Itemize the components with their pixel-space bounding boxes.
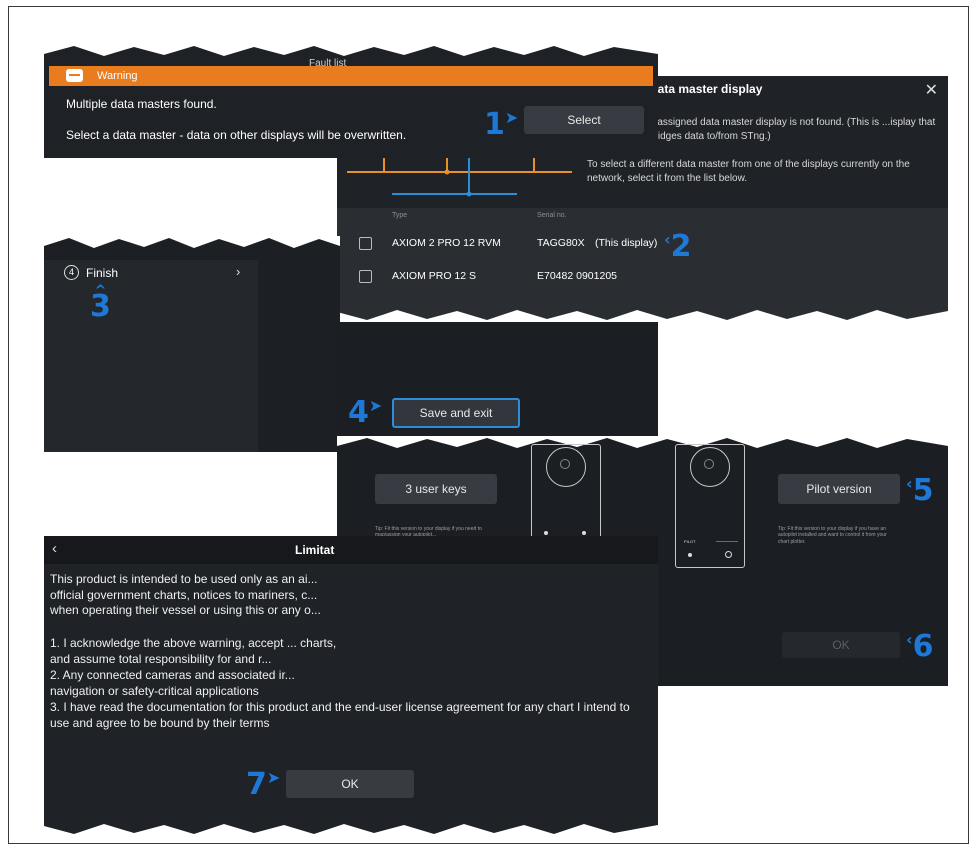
warning-header: Warning	[49, 66, 653, 86]
limitations-item: 1. I acknowledge the above warning, acce…	[50, 636, 337, 666]
chevron-right-icon: ›	[236, 264, 241, 279]
table-row[interactable]: AXIOM 2 PRO 12 RVM TAGG80X (This display…	[337, 226, 948, 260]
limitations-item: 2. Any connected cameras and associated …	[50, 668, 295, 698]
torn-edge	[44, 236, 340, 248]
row-type: AXIOM PRO 12 S	[392, 270, 477, 282]
row-serial: TAGG80X	[537, 237, 585, 249]
ok-button[interactable]: OK	[286, 770, 414, 798]
column-header-serial: Serial no.	[537, 212, 567, 219]
callout-7: 7➤	[246, 767, 281, 802]
limitations-item: 3. I have read the documentation for thi…	[50, 700, 630, 730]
callout-6: ‹6	[906, 629, 934, 664]
torn-edge	[337, 310, 948, 322]
remote-pilot-illustration: PILOT	[675, 444, 745, 568]
warning-message: Multiple data masters found.	[66, 97, 217, 111]
limitations-header: ‹ Limitat	[44, 536, 658, 564]
row-checkbox[interactable]	[359, 237, 372, 250]
torn-edge	[44, 44, 658, 56]
ok-button[interactable]: OK	[782, 632, 900, 658]
dialog-instructions: To select a different data master from o…	[587, 159, 910, 184]
torn-edge	[44, 824, 658, 836]
step-number-badge: 4	[64, 265, 79, 280]
message-icon	[66, 69, 83, 82]
step-list-row[interactable]: 4 Finish ›	[44, 260, 258, 452]
row-note: (This display)	[595, 237, 658, 249]
chevron-left-icon[interactable]: ‹	[52, 540, 57, 557]
display-table: Type Serial no. AXIOM 2 PRO 12 RVM TAGG8…	[337, 208, 948, 322]
callout-5: ‹5	[906, 473, 934, 508]
torn-edge	[337, 436, 948, 448]
pilot-version-tip: Tip: Fit this version to your display if…	[778, 526, 887, 545]
save-and-exit-button[interactable]: Save and exit	[392, 398, 520, 428]
table-row[interactable]: AXIOM PRO 12 S E70482 0901205	[337, 260, 948, 294]
callout-4: 4➤	[348, 395, 383, 430]
row-type: AXIOM 2 PRO 12 RVM	[392, 237, 501, 249]
dialog-description: ...assigned data master display is not f…	[649, 117, 936, 142]
limitations-paragraph: This product is intended to be used only…	[50, 572, 321, 618]
select-button[interactable]: Select	[524, 106, 644, 134]
column-header-type: Type	[392, 212, 408, 219]
pilot-version-button[interactable]: Pilot version	[778, 474, 900, 504]
callout-2: ‹2	[664, 229, 692, 264]
finish-step-panel: 4 Finish ›	[44, 236, 340, 452]
close-icon[interactable]: ✕	[925, 80, 938, 100]
warning-instruction: Select a data master - data on other dis…	[66, 128, 407, 142]
warning-title: Warning	[97, 70, 138, 82]
callout-1: 1➤	[484, 107, 519, 142]
dialog-title: Data master display	[649, 82, 763, 96]
user-keys-button[interactable]: 3 user keys	[375, 474, 497, 504]
limitations-title: Limitat	[295, 543, 335, 557]
callout-3: ^ 3	[90, 283, 111, 324]
warning-dialog: Fault list Warning Multiple data masters…	[44, 44, 658, 158]
save-exit-panel: Save and exit	[337, 322, 658, 452]
step-label: Finish	[86, 266, 119, 280]
limitations-dialog: ‹ Limitat This product is intended to be…	[44, 536, 658, 836]
row-checkbox[interactable]	[359, 270, 372, 283]
remote-label: PILOT	[684, 539, 696, 544]
row-serial: E70482 0901205	[537, 270, 617, 282]
